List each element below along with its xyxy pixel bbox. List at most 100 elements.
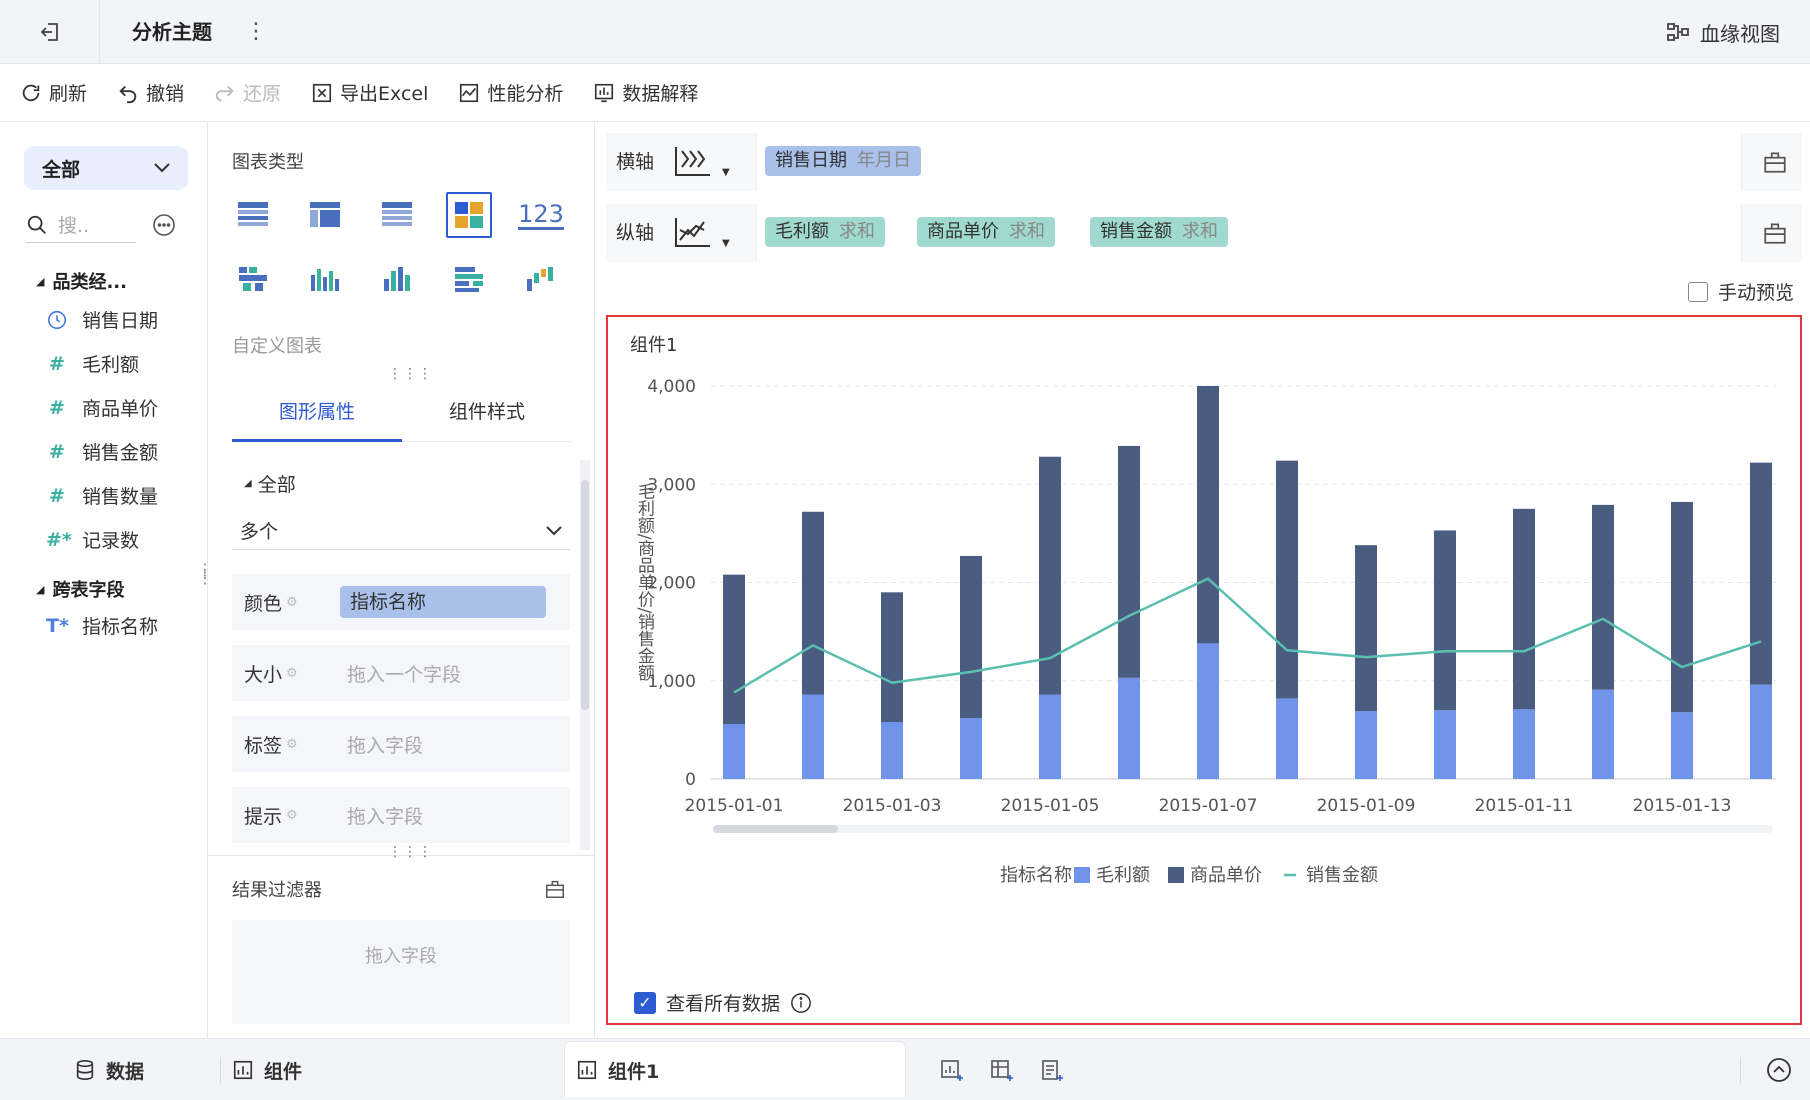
field-item-gross-profit[interactable]: # 毛利额 [46,350,139,377]
undo-icon [119,85,137,103]
redo-button[interactable]: 还原 [214,79,281,106]
info-icon[interactable] [790,992,812,1014]
resize-handle-icon[interactable]: ⋮⋮⋮ [388,844,433,860]
filter-config-icon[interactable] [544,878,566,900]
pill-aggregation: 年月日 [857,150,911,171]
waterfall-chart-icon[interactable] [518,256,564,302]
redo-label: 还原 [243,83,282,105]
pill-aggregation: 求和 [1009,221,1045,242]
undo-button[interactable]: 撤销 [117,79,184,106]
add-table-icon[interactable] [990,1059,1014,1083]
tab-component-1[interactable]: 组件1 [576,1039,659,1100]
size-drop-zone[interactable]: 拖入一个字段 [347,660,461,687]
field-group-category[interactable]: ◢ 品类经... [36,268,127,294]
field-label: 指标名称 [82,616,159,638]
tab-components[interactable]: 组件 [232,1039,302,1100]
tooltip-drop-zone[interactable]: 拖入字段 [347,802,423,829]
scrollbar[interactable] [580,460,590,850]
x-axis-drop-zone[interactable]: 销售日期 年月日 [756,133,1742,191]
auto-chart-icon[interactable] [446,192,492,238]
axis-config-icon[interactable] [1762,149,1788,175]
field-item-metric-name[interactable]: T* 指标名称 [46,612,158,639]
field-item-sales-amount[interactable]: # 销售金额 [46,438,158,465]
x-tick-label: 2015-01-11 [1475,796,1574,816]
tab-components-label: 组件 [264,1060,303,1083]
y-axis-field-pill[interactable]: 销售金额 求和 [1090,217,1228,247]
field-item-record-count[interactable]: #* 记录数 [46,526,139,553]
redo-icon [215,85,234,101]
bar-chart-icon[interactable] [374,256,420,302]
number-field-icon: # [49,484,65,507]
view-all-data-checkbox[interactable]: ✓ [634,991,656,1014]
result-filter-drop-zone[interactable]: 拖入字段 [232,920,570,1024]
resize-handle-icon[interactable]: ⋮⋮⋮ [388,366,433,382]
scope-dropdown[interactable]: 全部 [24,146,188,190]
refresh-icon [22,84,40,101]
multi-measure-dropdown[interactable]: 多个 [232,512,570,550]
bar-gross-profit [1671,712,1693,779]
field-item-sales-quantity[interactable]: # 销售数量 [46,482,158,509]
bar-gross-profit [1276,698,1298,779]
manual-preview-toggle[interactable]: 手动预览 [1688,278,1794,305]
field-item-sales-date[interactable]: 销售日期 [46,306,158,333]
field-label: 销售日期 [82,310,159,332]
pill-aggregation: 求和 [839,221,875,242]
label-drop-zone[interactable]: 拖入字段 [347,731,423,758]
bar-gross-profit [881,722,903,779]
multi-series-bar-chart-icon[interactable] [302,256,348,302]
y-axis-drop-zone[interactable]: 毛利额 求和 商品单价 求和 销售金额 求和 [756,204,1742,262]
refresh-button[interactable]: 刷新 [20,79,87,106]
data-explain-button[interactable]: 数据解释 [593,79,698,106]
grouped-table-chart-icon[interactable] [230,256,276,302]
performance-analysis-button[interactable]: 性能分析 [458,79,563,106]
bar-gross-profit [1355,711,1377,779]
x-axis-field-pill[interactable]: 销售日期 年月日 [765,146,921,176]
detail-table-chart-icon[interactable] [374,192,420,238]
gear-icon[interactable]: ⚙ [286,737,298,752]
gear-icon[interactable]: ⚙ [286,808,298,823]
manual-preview-checkbox[interactable] [1688,281,1708,302]
gear-icon[interactable]: ⚙ [286,666,298,681]
chart-type-title: 图表类型 [232,152,304,173]
chart-scroll-thumb [713,825,838,833]
x-axis-icon[interactable] [672,145,712,179]
lineage-view-button[interactable]: 血缘视图 [1666,0,1780,64]
y-axis-icon[interactable] [672,216,712,250]
gear-icon[interactable]: ⚙ [286,595,298,610]
more-options-icon[interactable]: ⋮ [245,0,267,64]
axis-config-icon[interactable] [1762,220,1788,246]
y-axis-field-pill[interactable]: 毛利额 求和 [765,217,885,247]
add-report-icon[interactable] [1040,1059,1064,1083]
bar-gross-profit [802,694,824,779]
chart-canvas[interactable]: 组件1 0 1,000 2,000 3,000 4,000 毛利额/商品单价/销售金额 201… [608,317,1800,1023]
all-section-toggle[interactable]: ◢ 全部 [244,470,296,497]
tab-data[interactable]: 数据 [74,1039,144,1100]
add-component-icon[interactable] [940,1059,964,1083]
y-axis-title: 毛利额/商品单价/销售金额 [634,483,655,682]
color-field-chip[interactable]: 指标名称 [340,586,546,618]
cross-table-chart-icon[interactable] [302,192,348,238]
table-chart-icon[interactable] [230,192,276,238]
field-item-unit-price[interactable]: # 商品单价 [46,394,158,421]
more-circle-icon[interactable] [152,213,176,237]
back-icon[interactable] [0,0,100,64]
horizontal-bar-chart-icon[interactable] [446,256,492,302]
caret-down-icon[interactable]: ▼ [722,238,730,249]
caret-down-icon[interactable]: ▼ [722,167,730,178]
view-all-data-toggle[interactable]: ✓ 查看所有数据 [634,989,812,1016]
y-axis-field-pill[interactable]: 商品单价 求和 [917,217,1055,247]
x-tick-label: 2015-01-03 [843,796,942,816]
chart-scroll-track [713,825,1773,833]
export-excel-button[interactable]: 导出Excel [311,79,428,106]
bar-unit-price [1276,460,1298,699]
tab-graphic-properties[interactable]: 图形属性 [232,382,402,442]
bar-unit-price [1750,462,1772,685]
kpi-number-chart-icon[interactable]: 123 [518,192,564,238]
chevron-down-icon [154,163,170,173]
tab-component-style[interactable]: 组件样式 [402,382,572,442]
field-group-cross-table[interactable]: ◢ 跨表字段 [36,576,124,602]
collapse-up-icon[interactable] [1766,1057,1792,1083]
field-search-input[interactable]: 搜.. [26,207,136,243]
size-label: 大小 [244,663,283,686]
multi-measure-value: 多个 [240,521,279,543]
